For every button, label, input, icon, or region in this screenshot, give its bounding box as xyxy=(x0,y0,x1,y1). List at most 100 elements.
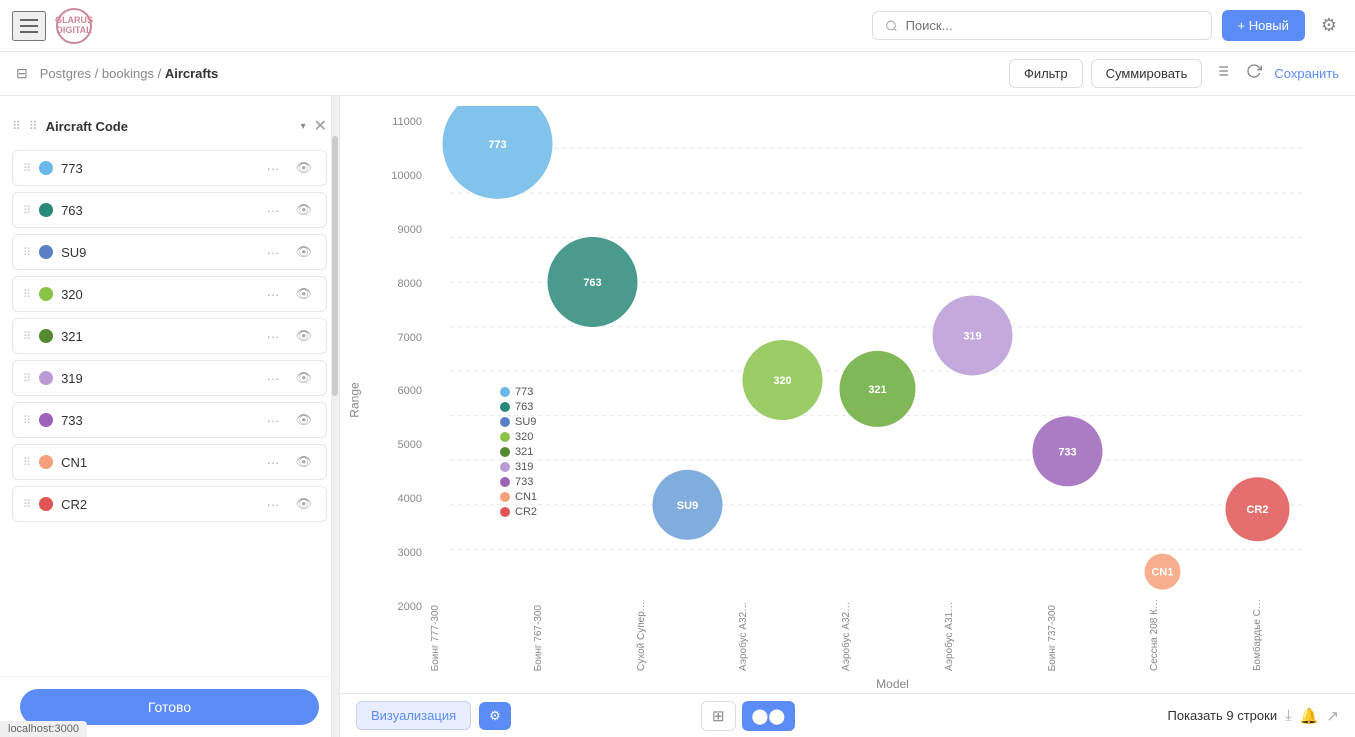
refresh-icon[interactable] xyxy=(1242,59,1266,88)
notification-icon[interactable]: 🔔 xyxy=(1300,707,1319,725)
y-axis-tick: 4000 xyxy=(398,493,422,505)
list-item: ⠿ 320 ··· 👁 xyxy=(12,276,327,312)
table-view-button[interactable]: ⊞ xyxy=(701,701,736,731)
legend-item: 733 xyxy=(500,476,537,488)
drag-handle-icon[interactable]: ⠿ xyxy=(23,288,31,301)
more-button[interactable]: ··· xyxy=(262,201,283,220)
legend-label: 320 xyxy=(515,431,533,443)
list-item: ⠿ 319 ··· 👁 xyxy=(12,360,327,396)
svg-text:CR2: CR2 xyxy=(1246,504,1268,516)
svg-text:321: 321 xyxy=(868,384,886,396)
color-indicator xyxy=(39,245,53,259)
more-button[interactable]: ··· xyxy=(262,369,283,388)
legend-color-dot xyxy=(500,417,510,427)
y-axis-title: Range xyxy=(348,382,362,417)
legend-color-dot xyxy=(500,492,510,502)
visibility-button[interactable]: 👁 xyxy=(291,200,316,220)
settings-icon[interactable]: ⚙ xyxy=(1315,9,1343,42)
color-indicator xyxy=(39,329,53,343)
more-button[interactable]: ··· xyxy=(262,285,283,304)
download-icon[interactable]: ⤓ xyxy=(1285,707,1292,725)
drag-handle-icon[interactable]: ⠿ xyxy=(23,456,31,469)
new-button[interactable]: + Новый xyxy=(1222,10,1305,41)
visibility-button[interactable]: 👁 xyxy=(291,158,316,178)
list-item: ⠿ 733 ··· 👁 xyxy=(12,402,327,438)
x-axis-labels: Боинг 777-300Боинг 767-300Сухой Супердже… xyxy=(430,595,1355,675)
save-link[interactable]: Сохранить xyxy=(1274,66,1339,81)
drag-handle-icon[interactable]: ⠿ xyxy=(23,414,31,427)
item-label: 321 xyxy=(61,329,254,344)
legend: 773 763 SU9 320 321 319 733 CN1 CR2 xyxy=(500,386,537,518)
scroll-track[interactable] xyxy=(331,96,339,737)
share-icon[interactable]: ↗ xyxy=(1326,707,1339,725)
x-axis-tick: Аэробус А319-100 xyxy=(944,595,1047,671)
visibility-button[interactable]: 👁 xyxy=(291,326,316,346)
y-axis-tick: 7000 xyxy=(398,332,422,344)
item-label: SU9 xyxy=(61,245,254,260)
show-rows-text: Показать 9 строки xyxy=(1168,708,1278,723)
drag-handle-icon[interactable]: ⠿ xyxy=(23,204,31,217)
chart-main: Range 1100010000900080007000600050004000… xyxy=(340,96,1355,693)
drag-handle-icon[interactable]: ⠿ xyxy=(23,246,31,259)
color-indicator xyxy=(39,413,53,427)
summarize-button[interactable]: Суммировать xyxy=(1091,59,1203,88)
filter-button[interactable]: Фильтр xyxy=(1009,59,1083,88)
y-axis-tick: 2000 xyxy=(398,601,422,613)
visibility-button[interactable]: 👁 xyxy=(291,494,316,514)
legend-label: SU9 xyxy=(515,416,536,428)
list-item: ⠿ 773 ··· 👁 xyxy=(12,150,327,186)
drag-handle-icon[interactable]: ⠿ xyxy=(23,498,31,511)
list-item: ⠿ SU9 ··· 👁 xyxy=(12,234,327,270)
breadcrumb-actions: Фильтр Суммировать Сохранить xyxy=(1009,59,1339,88)
scroll-thumb[interactable] xyxy=(332,136,338,396)
search-box[interactable] xyxy=(872,11,1212,40)
logo-area: GLARUSDIGITAL xyxy=(56,8,92,44)
y-axis-tick: 8000 xyxy=(398,278,422,290)
search-input[interactable] xyxy=(906,18,1199,33)
list-item: ⠿ CN1 ··· 👁 xyxy=(12,444,327,480)
drag-handle-icon2[interactable]: ⠿ xyxy=(29,119,38,133)
close-button[interactable]: ✕ xyxy=(314,116,327,136)
bottom-icons: ⤓ 🔔 ↗ xyxy=(1285,707,1339,725)
legend-color-dot xyxy=(500,447,510,457)
legend-item: 321 xyxy=(500,446,537,458)
more-button[interactable]: ··· xyxy=(262,411,283,430)
bubble-view-button[interactable]: ⬤⬤ xyxy=(742,701,796,731)
legend-label: CR2 xyxy=(515,506,537,518)
legend-color-dot xyxy=(500,402,510,412)
more-button[interactable]: ··· xyxy=(262,495,283,514)
legend-label: CN1 xyxy=(515,491,537,503)
drag-handle-icon[interactable]: ⠿ xyxy=(12,119,21,133)
visibility-button[interactable]: 👁 xyxy=(291,368,316,388)
x-axis-tick: Аэробус А320-200 xyxy=(738,595,841,671)
legend-label: 321 xyxy=(515,446,533,458)
svg-text:763: 763 xyxy=(583,277,601,289)
list-item: ⠿ 321 ··· 👁 xyxy=(12,318,327,354)
done-button[interactable]: Готово xyxy=(20,689,319,725)
legend-item: 763 xyxy=(500,401,537,413)
more-button[interactable]: ··· xyxy=(262,327,283,346)
visibility-button[interactable]: 👁 xyxy=(291,242,316,262)
drag-handle-icon[interactable]: ⠿ xyxy=(23,162,31,175)
field-group-label: Aircraft Code xyxy=(46,119,293,134)
top-nav: GLARUSDIGITAL + Новый ⚙ xyxy=(0,0,1355,52)
viz-settings-button[interactable]: ⚙ xyxy=(479,702,511,730)
visibility-button[interactable]: 👁 xyxy=(291,410,316,430)
visibility-button[interactable]: 👁 xyxy=(291,452,316,472)
columns-icon[interactable] xyxy=(1210,59,1234,88)
x-axis-tick: Боинг 767-300 xyxy=(533,601,636,671)
y-axis-tick: 3000 xyxy=(398,547,422,559)
hamburger-button[interactable] xyxy=(12,11,46,41)
more-button[interactable]: ··· xyxy=(262,453,283,472)
drag-handle-icon[interactable]: ⠿ xyxy=(23,372,31,385)
logo: GLARUSDIGITAL xyxy=(56,8,92,44)
chevron-down-icon[interactable]: ▾ xyxy=(301,121,306,132)
x-axis-tick: Сухой Суперджет-100 xyxy=(636,595,739,671)
breadcrumb-bar: ⊟ Postgres / bookings / Aircrafts Фильтр… xyxy=(0,52,1355,96)
legend-item: 319 xyxy=(500,461,537,473)
more-button[interactable]: ··· xyxy=(262,243,283,262)
visibility-button[interactable]: 👁 xyxy=(291,284,316,304)
drag-handle-icon[interactable]: ⠿ xyxy=(23,330,31,343)
visualization-button[interactable]: Визуализация xyxy=(356,701,471,730)
more-button[interactable]: ··· xyxy=(262,159,283,178)
